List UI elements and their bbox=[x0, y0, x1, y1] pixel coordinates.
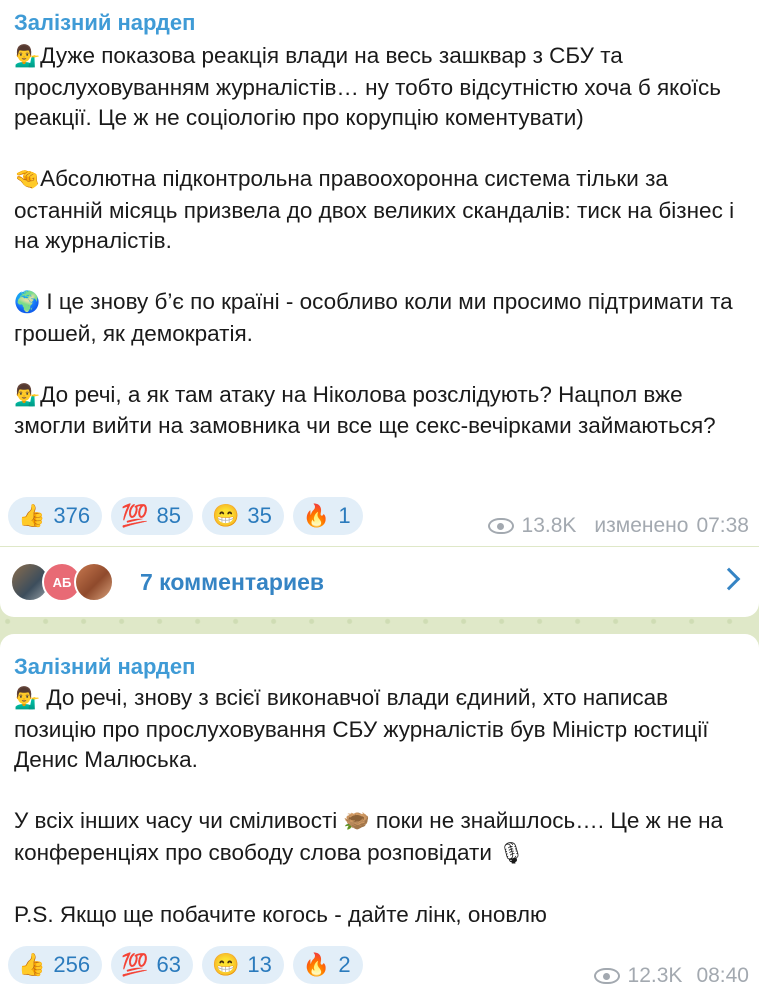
fire-icon: 🔥 bbox=[302, 952, 331, 977]
paragraph: У всіх інших часу чи сміливості 🪹 поки н… bbox=[14, 808, 724, 865]
reaction-hundred[interactable]: 💯 85 bbox=[111, 497, 194, 535]
message-bubble[interactable]: Залізний нардеп 💁‍♂️ До речі, знову з вс… bbox=[0, 634, 759, 988]
avatar bbox=[74, 562, 114, 602]
thumbs-up-icon: 👍 bbox=[18, 503, 46, 528]
fire-icon: 🔥 bbox=[302, 503, 331, 528]
edited-label: изменено bbox=[594, 514, 689, 537]
message-time: 08:40 bbox=[696, 964, 749, 987]
microphone-icon: 🎙 bbox=[498, 841, 525, 865]
paragraph: 💁‍♂️Дуже показова реакція влади на весь … bbox=[14, 43, 722, 130]
sender-name[interactable]: Залізний нардеп bbox=[14, 654, 195, 680]
reaction-thumbs-up[interactable]: 👍 256 bbox=[8, 946, 103, 984]
hundred-points-icon: 💯 bbox=[121, 952, 149, 977]
grinning-face-icon: 😁 bbox=[212, 503, 240, 528]
thumbs-up-icon: 👍 bbox=[18, 952, 46, 977]
reaction-fire[interactable]: 🔥 2 bbox=[292, 946, 363, 984]
hundred-points-icon: 💯 bbox=[121, 503, 149, 528]
eye-icon bbox=[487, 518, 514, 534]
comments-button[interactable]: АБ 7 комментариев bbox=[0, 547, 759, 617]
paragraph: 💁‍♂️ До речі, знову з всієї виконавчої в… bbox=[14, 685, 709, 772]
man-tipping-hand-icon: 💁‍♂️ bbox=[14, 45, 41, 68]
grinning-face-icon: 😁 bbox=[212, 952, 240, 977]
reaction-hundred[interactable]: 💯 63 bbox=[111, 946, 194, 984]
view-count: 12.3K bbox=[627, 964, 683, 987]
reactions-bar: 👍 376 💯 85 😁 35 🔥 1 bbox=[8, 497, 363, 535]
eye-icon bbox=[593, 968, 620, 984]
paragraph: P.S. Якщо ще побачите когось - дайте лін… bbox=[14, 901, 547, 927]
chevron-right-icon[interactable] bbox=[717, 567, 741, 591]
message-meta: 13.8K изменено 07:38 bbox=[487, 514, 749, 538]
comments-count-label[interactable]: 7 комментариев bbox=[140, 569, 324, 596]
message-text: 💁‍♂️ До речі, знову з всієї виконавчої в… bbox=[14, 683, 749, 930]
man-tipping-hand-icon: 💁‍♂️ bbox=[14, 383, 41, 407]
message-text: 💁‍♂️Дуже показова реакція влади на весь … bbox=[14, 41, 749, 442]
reaction-grin[interactable]: 😁 13 bbox=[202, 946, 284, 984]
paragraph: 🌍 І це знову б’є по країні - особливо ко… bbox=[14, 289, 733, 346]
man-tipping-hand-icon: 💁‍♂️ bbox=[14, 687, 41, 710]
pinching-hand-icon: 🤏 bbox=[14, 168, 41, 191]
commenter-avatars: АБ bbox=[10, 562, 114, 602]
message-meta: 12.3K 08:40 bbox=[593, 964, 749, 988]
paragraph: 🤏Абсолютна підконтрольна правоохоронна с… bbox=[14, 166, 735, 253]
reaction-fire[interactable]: 🔥 1 bbox=[292, 497, 363, 535]
reaction-grin[interactable]: 😁 35 bbox=[202, 497, 284, 535]
sender-name[interactable]: Залізний нардеп bbox=[14, 10, 195, 36]
globe-icon: 🌍 bbox=[14, 291, 41, 314]
message-bubble[interactable]: Залізний нардеп 💁‍♂️Дуже показова реакці… bbox=[0, 0, 759, 546]
paragraph: 💁‍♂️До речі, а як там атаку на Ніколова … bbox=[14, 381, 716, 439]
view-count: 13.8K bbox=[521, 514, 577, 537]
message-time: 07:38 bbox=[696, 514, 749, 537]
reaction-thumbs-up[interactable]: 👍 376 bbox=[8, 497, 103, 535]
empty-nest-icon: 🪹 bbox=[343, 810, 370, 833]
reactions-bar: 👍 256 💯 63 😁 13 🔥 2 bbox=[8, 946, 363, 984]
